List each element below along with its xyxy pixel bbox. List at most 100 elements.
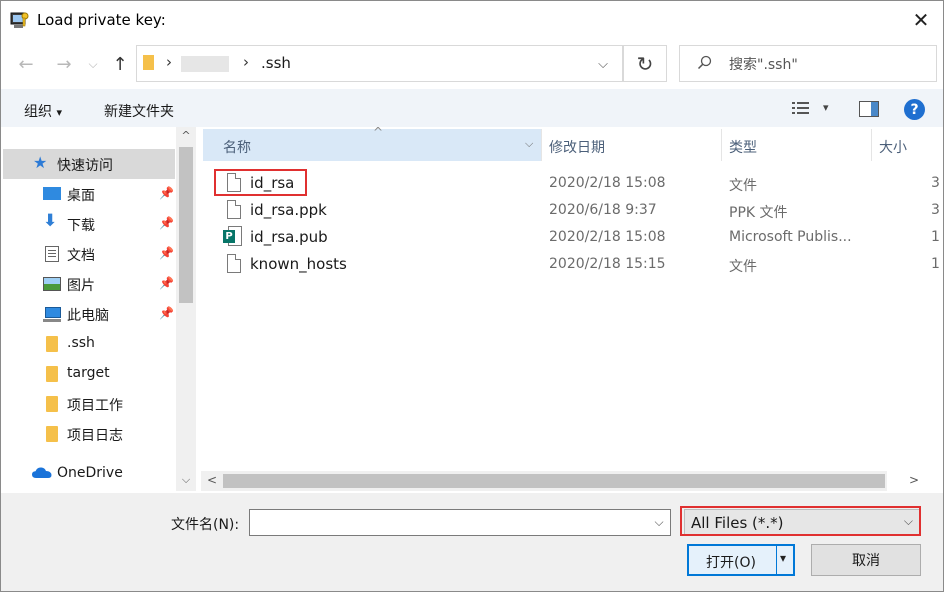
sidebar-item-label: 项目工作 [67,398,123,414]
file-name: id_rsa.ppk [250,201,327,219]
table-row[interactable]: known_hosts 2020/2/18 15:15 文件 1 [211,251,943,278]
file-modified: 2020/2/18 15:15 [549,256,666,272]
putty-key-icon [10,12,29,28]
sidebar-item-label: .ssh [67,335,95,351]
scroll-up-button[interactable]: ^ [179,129,193,145]
table-row[interactable]: id_rsa.ppk 2020/6/18 9:37 PPK 文件 3 [211,197,943,224]
preview-pane-button[interactable] [859,101,879,117]
file-type: PPK 文件 [729,205,788,221]
highlight-box [214,169,307,196]
sidebar-item-label: 快速访问 [57,158,113,174]
folder-icon [143,55,154,70]
table-row[interactable]: P id_rsa.pub 2020/2/18 15:08 Microsoft P… [211,224,943,251]
sidebar-item-target[interactable]: target [3,359,175,389]
redacted-path-segment [181,56,229,72]
close-button[interactable]: ✕ [899,1,943,39]
sidebar-item-documents[interactable]: 文档 📌 [3,239,175,269]
sidebar-item-project-log[interactable]: 项目日志 [3,419,175,449]
file-open-dialog: Load private key: ✕ ← → ⌵ ↑ › › .ssh ⌵ ↻… [0,0,944,592]
column-header-label: 名称 [223,140,251,156]
column-header-name[interactable]: 名称 ^ ⌵ [203,125,541,161]
file-type: 文件 [729,178,757,194]
help-button[interactable]: ? [904,99,925,120]
desktop-icon [43,185,61,203]
pin-icon: 📌 [159,216,174,230]
sidebar-item-label: 此电脑 [67,308,109,324]
sidebar-item-label: 项目日志 [67,428,123,444]
sidebar-item-label: 文档 [67,248,95,264]
scroll-right-button[interactable]: > [906,473,922,489]
sidebar-item-label: 下载 [67,218,95,234]
column-header-label: 修改日期 [549,140,605,156]
sidebar-item-pictures[interactable]: 图片 📌 [3,269,175,299]
sidebar-item-desktop[interactable]: 桌面 📌 [3,179,175,209]
organize-label: 组织 [24,104,52,120]
view-options-dropdown[interactable]: ▾ [823,101,829,114]
view-details-icon [792,102,809,114]
search-placeholder: 搜索".ssh" [729,57,798,73]
folder-icon [43,335,61,353]
column-header-type[interactable]: 类型 [722,129,872,161]
sidebar-item-label: 桌面 [67,188,95,204]
sidebar-item-ssh[interactable]: .ssh [3,329,175,359]
sidebar-item-label: OneDrive [57,465,123,481]
file-modified: 2020/2/18 15:08 [549,175,666,191]
file-size: 1 [931,256,940,272]
filename-history-dropdown[interactable]: ⌵ [649,511,669,533]
organize-button[interactable]: 组织 ▾ [24,101,62,121]
refresh-icon: ↻ [636,51,654,76]
open-button-label: 打开(O) [706,555,756,571]
sidebar-item-this-pc[interactable]: 此电脑 📌 [3,299,175,329]
document-icon [43,245,61,263]
file-size: 3 [931,202,940,218]
file-size: 1 [931,229,940,245]
folder-icon [43,395,61,413]
back-button[interactable]: ← [13,53,39,75]
sidebar-item-quick-access[interactable]: ★ 快速访问 [3,149,175,179]
sidebar-item-downloads[interactable]: ⬇ 下载 📌 [3,209,175,239]
help-icon: ? [910,101,919,118]
scroll-down-button[interactable]: ⌵ [179,473,193,489]
filename-input[interactable] [249,509,671,536]
table-row[interactable]: id_rsa 2020/2/18 15:08 文件 3 [211,170,943,197]
cancel-button[interactable]: 取消 [811,544,921,576]
close-icon: ✕ [912,8,930,32]
file-name: known_hosts [250,255,347,273]
column-header-size[interactable]: 大小 [872,129,942,161]
column-header-label: 类型 [729,140,757,156]
picture-icon [43,275,61,293]
column-header-modified[interactable]: 修改日期 [542,129,722,161]
path-separator: › [166,53,172,71]
list-scroll-thumb[interactable] [223,474,885,488]
change-view-button[interactable] [791,100,811,120]
address-dropdown-button[interactable]: ⌵ [591,53,615,75]
path-segment-ssh[interactable]: .ssh [261,54,291,72]
sidebar-scroll-thumb[interactable] [179,147,193,303]
refresh-button[interactable]: ↻ [623,45,667,82]
pin-icon: 📌 [159,186,174,200]
folder-icon [43,365,61,383]
sidebar-item-onedrive[interactable]: OneDrive [3,459,175,489]
pin-icon: 📌 [159,276,174,290]
chevron-down-icon: ⌵ [654,514,664,529]
search-input[interactable] [679,45,937,82]
star-icon: ★ [33,153,48,172]
publisher-icon: P [223,226,243,247]
sidebar-item-label: 图片 [67,278,95,294]
sidebar-item-project-work[interactable]: 项目工作 [3,389,175,419]
arrow-left-icon: ← [18,53,34,75]
preview-pane-icon [871,102,878,116]
file-type: 文件 [729,259,757,275]
open-options-dropdown[interactable]: ▾ [780,551,786,565]
caret-down-icon: ▾ [56,106,62,119]
open-button[interactable]: 打开(O) ▾ [687,544,795,576]
scroll-left-button[interactable]: < [204,473,220,489]
new-folder-button[interactable]: 新建文件夹 [104,101,174,121]
cloud-icon [31,465,52,483]
up-button[interactable]: ↑ [107,53,133,75]
recent-locations-button[interactable]: ⌵ [83,53,103,75]
sidebar-item-label: target [67,365,110,381]
column-filter-dropdown[interactable]: ⌵ [525,137,533,151]
chevron-down-icon: ⌵ [598,56,608,72]
forward-button[interactable]: → [51,53,77,75]
